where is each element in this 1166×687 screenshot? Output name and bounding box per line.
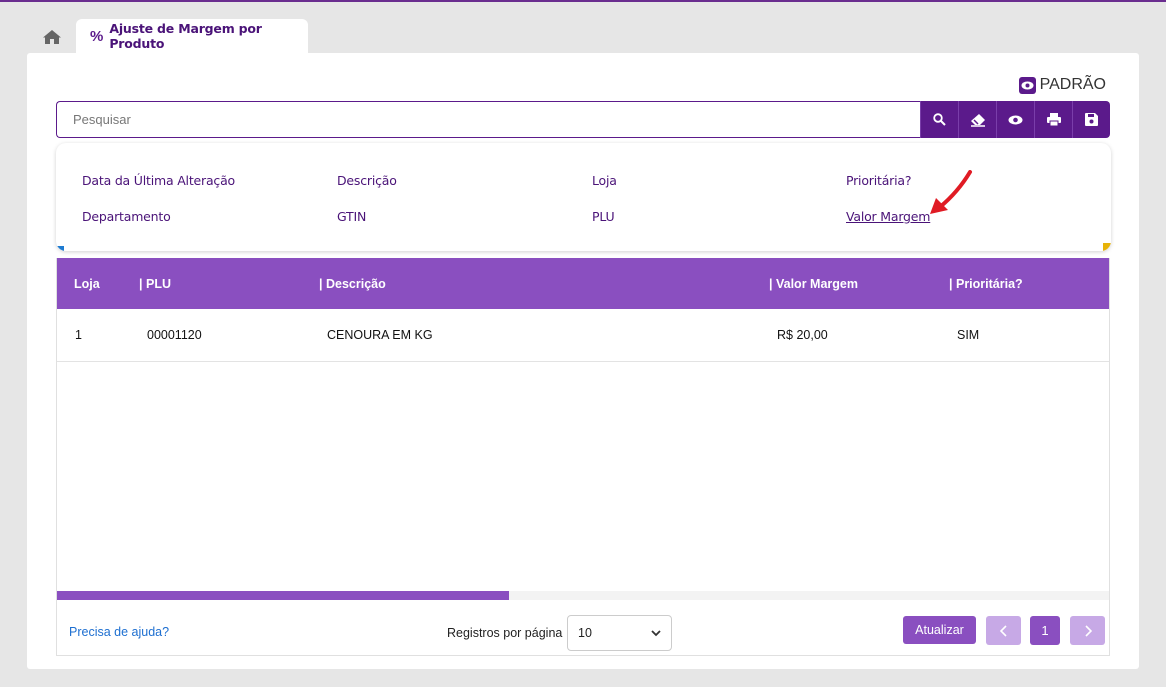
rows-per-page-value: 10 [578, 626, 592, 640]
column-prioritaria[interactable]: | Prioritária? [949, 277, 1023, 291]
search-input[interactable] [56, 101, 920, 138]
table-header: Loja | PLU | Descrição | Valor Margem | … [57, 258, 1109, 309]
printer-icon [1046, 113, 1061, 126]
view-mode-label: PADRÃO [1039, 76, 1106, 93]
save-button[interactable] [1072, 101, 1110, 138]
cell-plu: 00001120 [147, 328, 202, 342]
help-link[interactable]: Precisa de ajuda? [69, 625, 169, 639]
clear-button[interactable] [958, 101, 996, 138]
filter-valor-margem[interactable]: Valor Margem [846, 209, 930, 224]
main-card: PADRÃO Data da Última Alteração Descriçã… [27, 53, 1139, 669]
cell-descricao: CENOURA EM KG [327, 328, 433, 342]
table-row[interactable]: 1 00001120 CENOURA EM KG R$ 20,00 SIM [57, 309, 1109, 362]
top-accent-line [0, 0, 1166, 2]
filter-departamento[interactable]: Departamento [82, 209, 171, 224]
search-button[interactable] [920, 101, 958, 138]
cell-valor-margem: R$ 20,00 [777, 328, 828, 342]
chevron-left-icon [999, 624, 1007, 637]
filter-gtin[interactable]: GTIN [337, 209, 366, 224]
column-valor-margem[interactable]: | Valor Margem [769, 277, 858, 291]
panel-corner-yellow [1103, 243, 1111, 251]
eraser-icon [970, 113, 985, 127]
eye-icon [1018, 76, 1036, 94]
cell-prioritaria: SIM [957, 328, 980, 342]
table-footer: Precisa de ajuda? Registros por página 1… [57, 600, 1109, 655]
chevron-right-icon [1084, 624, 1092, 637]
home-tab[interactable] [36, 22, 68, 52]
scrollbar-thumb[interactable] [57, 591, 510, 600]
column-descricao[interactable]: | Descrição [319, 277, 386, 291]
rows-per-page-select[interactable]: 10 [567, 615, 672, 651]
filter-descricao[interactable]: Descrição [337, 173, 397, 188]
next-page-button[interactable] [1070, 616, 1105, 645]
previous-page-button[interactable] [986, 616, 1021, 645]
panel-corner-blue [56, 246, 64, 251]
view-mode-toggle[interactable]: PADRÃO [1018, 76, 1106, 94]
red-arrow-annotation [930, 170, 972, 214]
cell-loja: 1 [75, 328, 82, 342]
filter-plu[interactable]: PLU [592, 209, 615, 224]
view-button[interactable] [996, 101, 1034, 138]
search-icon [933, 113, 946, 126]
search-bar [56, 101, 1110, 138]
chevron-down-icon [651, 629, 661, 636]
filter-loja[interactable]: Loja [592, 173, 617, 188]
column-plu[interactable]: | PLU [139, 277, 171, 291]
print-button[interactable] [1034, 101, 1072, 138]
filter-prioritaria[interactable]: Prioritária? [846, 173, 911, 188]
home-icon [43, 30, 61, 44]
tab-ajuste-margem[interactable]: % Ajuste de Margem por Produto [76, 19, 308, 53]
data-table: Loja | PLU | Descrição | Valor Margem | … [56, 258, 1110, 656]
filter-data-ultima-alteracao[interactable]: Data da Última Alteração [82, 173, 235, 188]
save-icon [1085, 113, 1098, 126]
horizontal-scrollbar[interactable] [57, 591, 1109, 600]
page-number-button[interactable]: 1 [1030, 616, 1060, 645]
percent-icon: % [90, 27, 104, 45]
refresh-button[interactable]: Atualizar [903, 616, 976, 644]
rows-per-page-label: Registros por página [447, 626, 563, 640]
column-loja[interactable]: Loja [74, 277, 100, 291]
tab-label: Ajuste de Margem por Produto [109, 21, 262, 51]
eye-icon [1008, 115, 1023, 124]
